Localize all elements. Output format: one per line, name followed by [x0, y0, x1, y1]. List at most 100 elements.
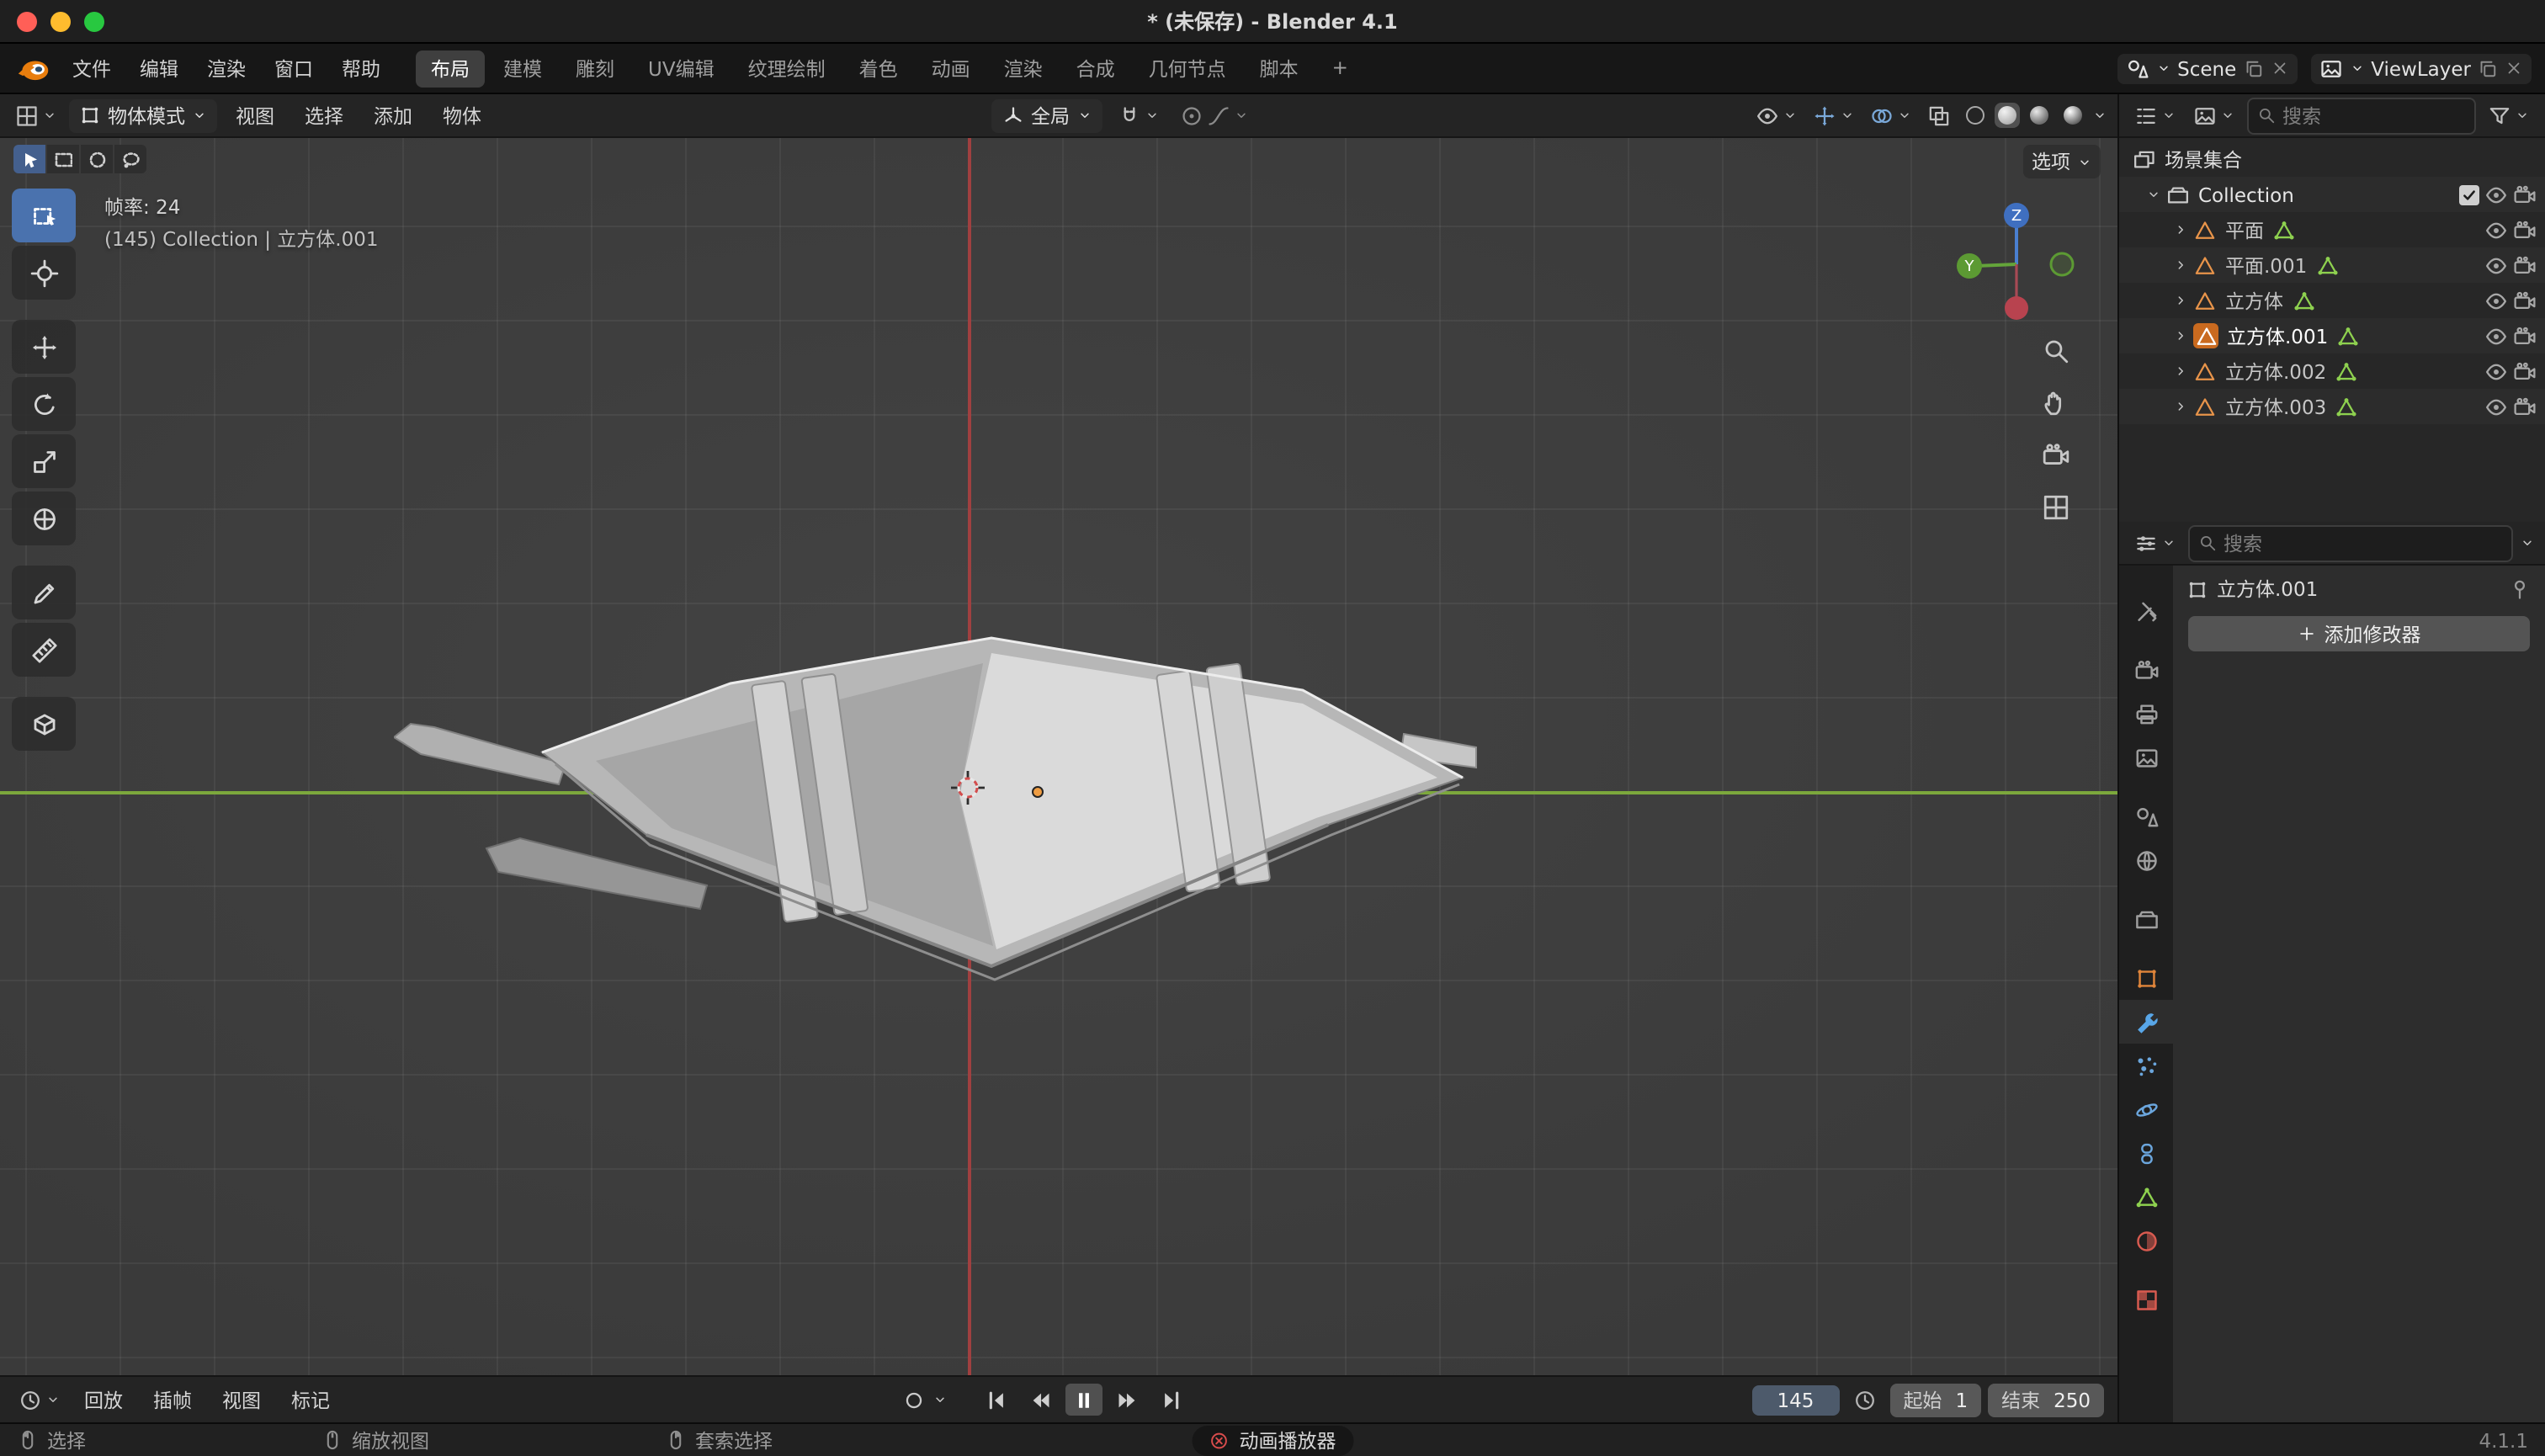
viewport-3d[interactable]: 帧率: 24 (145) Collection | 立方体.001 [0, 138, 2117, 1375]
menu-edit[interactable]: 编辑 [126, 50, 192, 87]
use-preview-range-icon[interactable] [1852, 1388, 1876, 1411]
properties-tab-particles[interactable] [2119, 1044, 2173, 1087]
workspace-tab-compositing[interactable]: 合成 [1061, 50, 1130, 87]
menu-timeline-view[interactable]: 视图 [210, 1383, 273, 1416]
outliner-row-scene-collection[interactable]: 场景集合 [2119, 141, 2545, 177]
chevron-down-icon[interactable] [2146, 187, 2161, 202]
select-circle-button[interactable] [81, 145, 113, 173]
camera-view-icon[interactable] [2042, 441, 2070, 470]
shading-rendered-button[interactable] [2059, 103, 2087, 128]
outliner-row-cube-003[interactable]: 立方体.003 [2119, 389, 2545, 424]
tool-scale[interactable] [12, 434, 76, 488]
remove-view-layer-icon[interactable] [2505, 59, 2523, 77]
hide-in-viewport-icon[interactable] [2484, 359, 2508, 383]
tool-rotate[interactable] [12, 377, 76, 431]
navigation-gizmo[interactable]: Z Y [1953, 197, 2080, 325]
mode-selector[interactable]: 物体模式 [69, 98, 217, 132]
properties-tab-material[interactable] [2119, 1219, 2173, 1262]
pin-icon[interactable] [2508, 577, 2532, 601]
visibility-dropdown[interactable] [1751, 100, 1803, 130]
disable-in-renders-icon[interactable] [2513, 359, 2537, 383]
editor-type-selector[interactable] [10, 100, 62, 130]
properties-tab-texture[interactable] [2119, 1278, 2173, 1321]
tool-annotate[interactable] [12, 566, 76, 619]
pan-hand-icon[interactable] [2042, 389, 2070, 417]
hide-in-viewport-icon[interactable] [2484, 253, 2508, 277]
boat-model[interactable] [394, 630, 1478, 986]
zoom-icon[interactable] [2042, 337, 2070, 365]
tool-transform[interactable] [12, 492, 76, 545]
workspace-tab-geometry-nodes[interactable]: 几何节点 [1134, 50, 1241, 87]
menu-view[interactable]: 视图 [224, 98, 286, 132]
close-window-button[interactable] [17, 12, 37, 32]
zoom-window-button[interactable] [84, 12, 104, 32]
outliner-row-plane-001[interactable]: 平面.001 [2119, 247, 2545, 283]
jump-to-start-button[interactable] [979, 1384, 1016, 1416]
hide-in-viewport-icon[interactable] [2484, 395, 2508, 418]
disable-in-renders-icon[interactable] [2513, 395, 2537, 418]
menu-playback[interactable]: 回放 [72, 1383, 135, 1416]
jump-to-end-button[interactable] [1154, 1384, 1191, 1416]
hide-in-viewport-icon[interactable] [2484, 324, 2508, 348]
chevron-right-icon[interactable] [2173, 222, 2188, 237]
disable-in-renders-icon[interactable] [2513, 289, 2537, 312]
shading-dropdown-icon[interactable] [2092, 108, 2107, 123]
chevron-right-icon[interactable] [2173, 258, 2188, 273]
menu-file[interactable]: 文件 [59, 50, 125, 87]
new-scene-icon[interactable] [2243, 58, 2263, 78]
menu-marker[interactable]: 标记 [279, 1383, 342, 1416]
outliner-row-cube-001-active[interactable]: 立方体.001 [2119, 318, 2545, 353]
minimize-window-button[interactable] [50, 12, 71, 32]
proportional-edit-toggle[interactable] [1174, 100, 1253, 130]
properties-tab-object-data[interactable] [2119, 1175, 2173, 1219]
tool-measure[interactable] [12, 623, 76, 677]
outliner-editor-selector[interactable] [2129, 100, 2181, 130]
menu-help[interactable]: 帮助 [328, 50, 394, 87]
properties-tab-render[interactable] [2119, 648, 2173, 692]
next-keyframe-button[interactable] [1110, 1384, 1147, 1416]
properties-tab-collection[interactable] [2119, 897, 2173, 941]
tool-move[interactable] [12, 320, 76, 374]
outliner-display-mode[interactable] [2188, 100, 2240, 130]
view-layer-selector[interactable]: ViewLayer [2310, 53, 2532, 83]
frame-end-field[interactable]: 结束 250 [1988, 1383, 2104, 1416]
shading-solid-button[interactable] [1995, 103, 2020, 128]
toggle-ortho-grid-icon[interactable] [2042, 493, 2070, 522]
select-lasso-button[interactable] [114, 145, 146, 173]
menu-keying[interactable]: 插帧 [141, 1383, 204, 1416]
outliner-search-input[interactable]: 搜索 [2247, 97, 2476, 134]
properties-editor-selector[interactable] [2129, 528, 2181, 558]
auto-keying-icon[interactable] [903, 1388, 927, 1411]
prev-keyframe-button[interactable] [1023, 1384, 1060, 1416]
xray-toggle[interactable] [1922, 100, 1956, 130]
add-workspace-button[interactable]: + [1317, 50, 1363, 87]
workspace-tab-animation[interactable]: 动画 [917, 50, 986, 87]
workspace-tab-uv[interactable]: UV编辑 [633, 50, 730, 87]
outliner-filter-button[interactable] [2483, 100, 2535, 130]
new-view-layer-icon[interactable] [2478, 58, 2498, 78]
hide-in-viewport-icon[interactable] [2484, 183, 2508, 206]
chevron-right-icon[interactable] [2173, 293, 2188, 308]
menu-window[interactable]: 窗口 [261, 50, 327, 87]
select-box-button[interactable] [47, 145, 79, 173]
collection-checkbox[interactable] [2459, 184, 2479, 205]
menu-render[interactable]: 渲染 [194, 50, 259, 87]
shading-wireframe-button[interactable] [1961, 103, 1990, 128]
outliner-row-cube[interactable]: 立方体 [2119, 283, 2545, 318]
properties-search-input[interactable]: 搜索 [2188, 524, 2513, 561]
frame-start-field[interactable]: 起始 1 [1889, 1383, 1981, 1416]
workspace-tab-sculpting[interactable]: 雕刻 [561, 50, 630, 87]
shading-material-button[interactable] [2025, 103, 2054, 128]
outliner-row-plane[interactable]: 平面 [2119, 212, 2545, 247]
chevron-down-icon[interactable] [2520, 535, 2535, 550]
pause-button[interactable] [1066, 1384, 1103, 1416]
menu-object[interactable]: 物体 [431, 98, 493, 132]
properties-tab-world[interactable] [2119, 838, 2173, 882]
object-origin-dot[interactable] [1032, 786, 1044, 798]
properties-tab-view-layer[interactable] [2119, 736, 2173, 779]
workspace-tab-shading[interactable]: 着色 [844, 50, 913, 87]
chevron-right-icon[interactable] [2173, 399, 2188, 414]
show-gizmo-toggle[interactable] [1808, 100, 1860, 130]
disable-in-renders-icon[interactable] [2513, 253, 2537, 277]
properties-tab-output[interactable] [2119, 692, 2173, 736]
